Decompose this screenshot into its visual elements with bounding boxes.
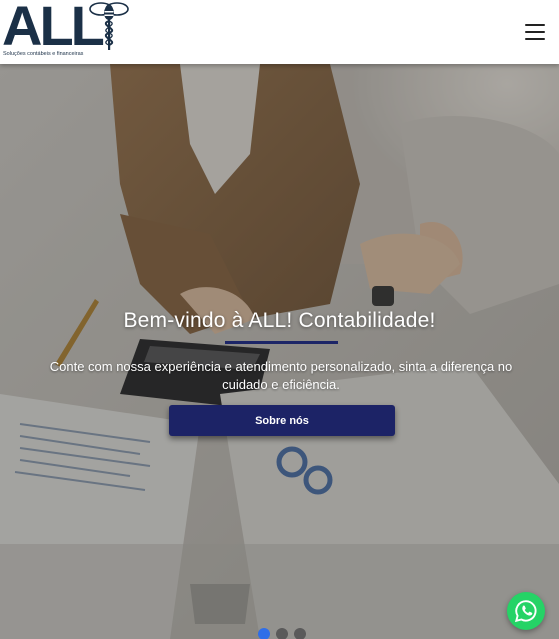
hamburger-menu-icon[interactable]: [522, 20, 548, 44]
title-underline: [225, 341, 338, 344]
carousel-dot-1[interactable]: [258, 628, 270, 639]
about-us-button[interactable]: Sobre nós: [169, 405, 395, 436]
whatsapp-button[interactable]: [507, 592, 545, 630]
hero-title: Bem-vindo à ALL! Contabilidade!: [123, 309, 436, 332]
whatsapp-icon: [514, 600, 537, 623]
caduceus-bee-emblem-icon: [89, 2, 129, 50]
logo-tagline: Soluções contábeis e financeiras: [3, 51, 84, 57]
carousel-dot-2[interactable]: [276, 628, 288, 639]
hero-carousel: Bem-vindo à ALL! Contabilidade! Conte co…: [0, 64, 559, 639]
hero-subtitle: Conte com nossa experiência e atendiment…: [49, 359, 513, 392]
carousel-dot-3[interactable]: [294, 628, 306, 639]
site-header: ALL Soluções contábeis e financeiras: [0, 0, 559, 64]
logo[interactable]: ALL Soluções contábeis e financeiras: [0, 0, 135, 62]
hero-overlay: [0, 64, 559, 639]
